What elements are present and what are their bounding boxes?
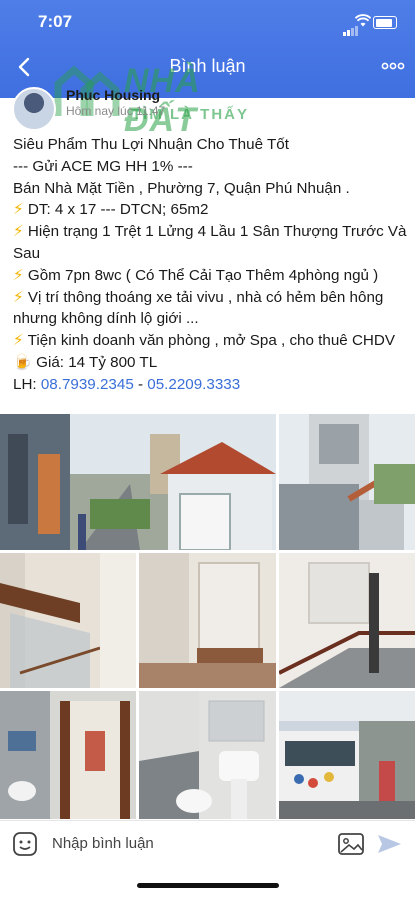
emoji-icon[interactable] [12,831,38,857]
post-line: ⚡ Tiện kinh doanh văn phòng , mở Spa , c… [13,332,395,350]
post-body: Siêu Phẩm Thu Lợi Nhuận Cho Thuê Tốt ---… [13,134,408,396]
post-line: --- Gửi ACE MG HH 1% --- [13,157,193,175]
lightning-icon: ⚡ [13,332,24,350]
post-line: Bán Nhà Mặt Tiền , Phường 7, Quận Phú Nh… [13,179,350,197]
photo-bathroom-door[interactable] [0,691,136,819]
beer-icon: 🍺 [13,353,32,371]
post-line: 🍺 Giá: 14 Tỷ 800 TL [13,353,158,371]
photo-staircase-railing[interactable] [279,553,415,688]
post-line: ⚡ DT: 4 x 17 --- DTCN; 65m2 [13,201,209,219]
send-icon[interactable] [375,831,403,857]
lightning-icon: ⚡ [13,288,24,306]
more-dots-icon[interactable] [381,58,405,74]
photo-grid [0,414,415,819]
post-line: ⚡ Vị trí thông thoáng xe tải vivu , nhà … [13,288,384,328]
contact-line: LH: 08.7939.2345 - 05.2209.3333 [13,375,241,393]
phone-link-2[interactable]: 05.2209.3333 [147,376,240,393]
avatar[interactable] [12,87,56,131]
author-name[interactable]: Phuc Housing [66,87,160,103]
photo-staircase-interior[interactable] [0,553,136,688]
photo-building-exterior[interactable] [279,414,415,550]
home-indicator [137,883,279,888]
lightning-icon: ⚡ [13,266,24,284]
post-timestamp: Hôm nay lúc 11:47 [66,104,166,118]
wifi-icon [355,14,371,27]
post-line: ⚡ Hiện trạng 1 Trệt 1 Lửng 4 Lầu 1 Sân T… [13,223,407,262]
photo-street-truck[interactable] [279,691,415,819]
lightning-icon: ⚡ [13,201,24,219]
status-bar: 7:07 [0,10,415,36]
photo-bathroom-tiles[interactable] [139,691,276,819]
photo-window-room[interactable] [139,553,276,688]
comment-bar: Nhập bình luận [0,820,415,869]
photo-street-house[interactable] [0,414,276,550]
lightning-icon: ⚡ [13,223,24,241]
image-icon[interactable] [337,831,365,857]
post-line: ⚡ Gồm 7pn 8wc ( Có Thể Cải Tạo Thêm 4phò… [13,266,379,284]
comment-input[interactable]: Nhập bình luận [52,835,154,852]
status-time: 7:07 [38,12,73,31]
post-line: Siêu Phẩm Thu Lợi Nhuận Cho Thuê Tốt [13,136,289,153]
phone-link-1[interactable]: 08.7939.2345 [41,376,134,393]
battery-icon [373,16,397,29]
